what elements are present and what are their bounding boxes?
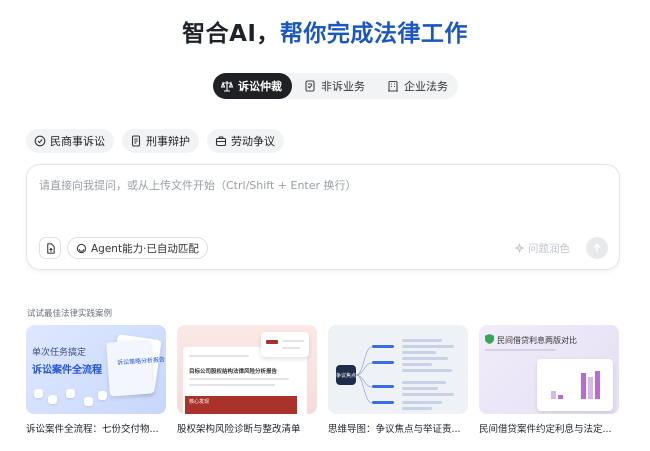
file-icon xyxy=(98,391,107,400)
category-tabs: 诉讼仲裁 非诉业务 企业法务 xyxy=(213,73,458,99)
file-icon xyxy=(48,395,57,404)
thumb-report-title: 目标公司股权结构法律风险分析报告 xyxy=(189,369,278,375)
tab-label: 企业法务 xyxy=(404,80,448,93)
tab-litigation[interactable]: 诉讼仲裁 xyxy=(213,73,292,99)
prompt-input[interactable] xyxy=(39,177,609,217)
text-line xyxy=(485,349,555,351)
building-icon xyxy=(388,80,398,92)
tab-label: 非诉业务 xyxy=(321,80,365,93)
agent-mode-button[interactable]: Agent能力·已自动匹配 xyxy=(67,237,208,259)
chart-panel-illustration xyxy=(537,359,613,411)
case-card-list: 单次任务搞定 诉讼案件全流程 诉讼策略分析报告 诉讼案件全流程：七份交付物...… xyxy=(26,325,619,435)
thumb-chart-title: 民间借贷利息两版对比 xyxy=(497,336,577,345)
chip-labor-dispute[interactable]: 劳动争议 xyxy=(207,129,284,153)
chip-label: 刑事辩护 xyxy=(146,135,190,148)
arrow-up-icon xyxy=(593,243,601,252)
page-headline: 智合AI，帮你完成法律工作 xyxy=(0,14,650,48)
mindmap-branch xyxy=(372,361,394,364)
mindmap-branch xyxy=(372,401,394,404)
case-card[interactable]: 目标公司股权结构法律风险分析报告 核心发现 股权架构风险诊断与整改清单 xyxy=(177,325,317,435)
chart-bar xyxy=(588,377,593,399)
scenario-chips: 民商事诉讼 刑事辩护 劳动争议 xyxy=(26,129,284,153)
case-card[interactable]: 民间借贷利息两版对比 民间借贷案件约定利息与法定... xyxy=(479,325,619,435)
mindmap-branch xyxy=(372,345,394,348)
case-title: 思维导图：争议焦点与举证责... xyxy=(328,424,461,435)
document-check-icon xyxy=(305,80,315,92)
send-button[interactable] xyxy=(586,237,608,259)
badge-check-icon xyxy=(34,135,46,147)
mindmap-leaf xyxy=(402,339,442,342)
chart-bar xyxy=(581,373,586,399)
mindmap-root: 争议焦点 xyxy=(336,365,356,385)
headline-brand: 智合AI， xyxy=(182,21,280,47)
chart-bar xyxy=(558,395,563,399)
chip-civil-litigation[interactable]: 民商事诉讼 xyxy=(26,129,114,153)
document-icon xyxy=(131,135,141,147)
mindmap-leaf xyxy=(402,393,454,396)
chart-bar xyxy=(551,391,556,399)
text-line xyxy=(266,340,278,344)
mindmap-leaf xyxy=(402,369,452,372)
mindmap-leaf xyxy=(402,357,448,360)
mindmap-leaf xyxy=(402,401,442,404)
text-line xyxy=(189,355,249,357)
case-card[interactable]: 单次任务搞定 诉讼案件全流程 诉讼策略分析报告 诉讼案件全流程：七份交付物... xyxy=(26,325,166,435)
mindmap-leaf xyxy=(402,381,446,384)
file-icon xyxy=(84,397,93,406)
mindmap-branch xyxy=(372,385,394,388)
case-title: 股权架构风险诊断与整改清单 xyxy=(177,424,301,435)
mindmap-leaf xyxy=(402,387,438,390)
case-title: 民间借贷案件约定利息与法定... xyxy=(479,424,612,435)
chip-label: 民商事诉讼 xyxy=(50,135,105,148)
text-line xyxy=(189,384,275,386)
thumb-badge: 核心发现 xyxy=(189,399,210,405)
mindmap-leaf xyxy=(402,345,454,348)
case-thumbnail: 单次任务搞定 诉讼案件全流程 诉讼策略分析报告 xyxy=(26,325,166,414)
thumb-line-emphasis: 诉讼案件全流程 xyxy=(32,365,102,376)
case-card[interactable]: 争议焦点 思维导图：争议焦点与举证责... xyxy=(328,325,468,435)
chip-criminal-defense[interactable]: 刑事辩护 xyxy=(122,129,199,153)
toggle-illustration xyxy=(261,332,309,357)
agent-swap-icon xyxy=(76,243,87,253)
scales-icon xyxy=(221,81,233,92)
shield-check-icon xyxy=(485,334,494,344)
mindmap-leaf xyxy=(402,363,432,366)
cases-section-title: 试试最佳法律实践案例 xyxy=(27,309,113,319)
tab-label: 诉讼仲裁 xyxy=(238,80,282,93)
briefcase-icon xyxy=(215,136,227,147)
file-icon xyxy=(66,389,75,398)
upload-file-button[interactable] xyxy=(39,237,61,259)
thumb-line: 单次任务搞定 xyxy=(32,348,87,358)
headline-tagline: 帮你完成法律工作 xyxy=(279,21,468,47)
tab-corporate[interactable]: 企业法务 xyxy=(379,73,458,99)
case-title: 诉讼案件全流程：七份交付物... xyxy=(26,424,159,435)
polish-question-button[interactable]: 问题润色 xyxy=(514,241,570,256)
agent-mode-label: Agent能力·已自动匹配 xyxy=(91,242,199,255)
polish-label: 问题润色 xyxy=(528,243,570,255)
chip-label: 劳动争议 xyxy=(231,135,275,148)
text-line xyxy=(189,378,289,380)
case-thumbnail: 争议焦点 xyxy=(328,325,468,414)
file-upload-icon xyxy=(46,242,55,254)
case-thumbnail: 民间借贷利息两版对比 xyxy=(479,325,619,414)
sparkle-icon xyxy=(514,243,525,254)
text-line xyxy=(282,340,304,342)
text-line xyxy=(282,347,300,349)
mindmap-leaf xyxy=(402,407,432,410)
file-icon xyxy=(34,389,43,398)
prompt-composer: Agent能力·已自动匹配 问题润色 xyxy=(26,164,620,270)
case-thumbnail: 目标公司股权结构法律风险分析报告 核心发现 xyxy=(177,325,317,414)
doc-illustration xyxy=(106,339,154,397)
chart-bar xyxy=(595,371,600,399)
tab-non-litigation[interactable]: 非诉业务 xyxy=(296,73,375,99)
mindmap-leaf xyxy=(402,351,436,354)
